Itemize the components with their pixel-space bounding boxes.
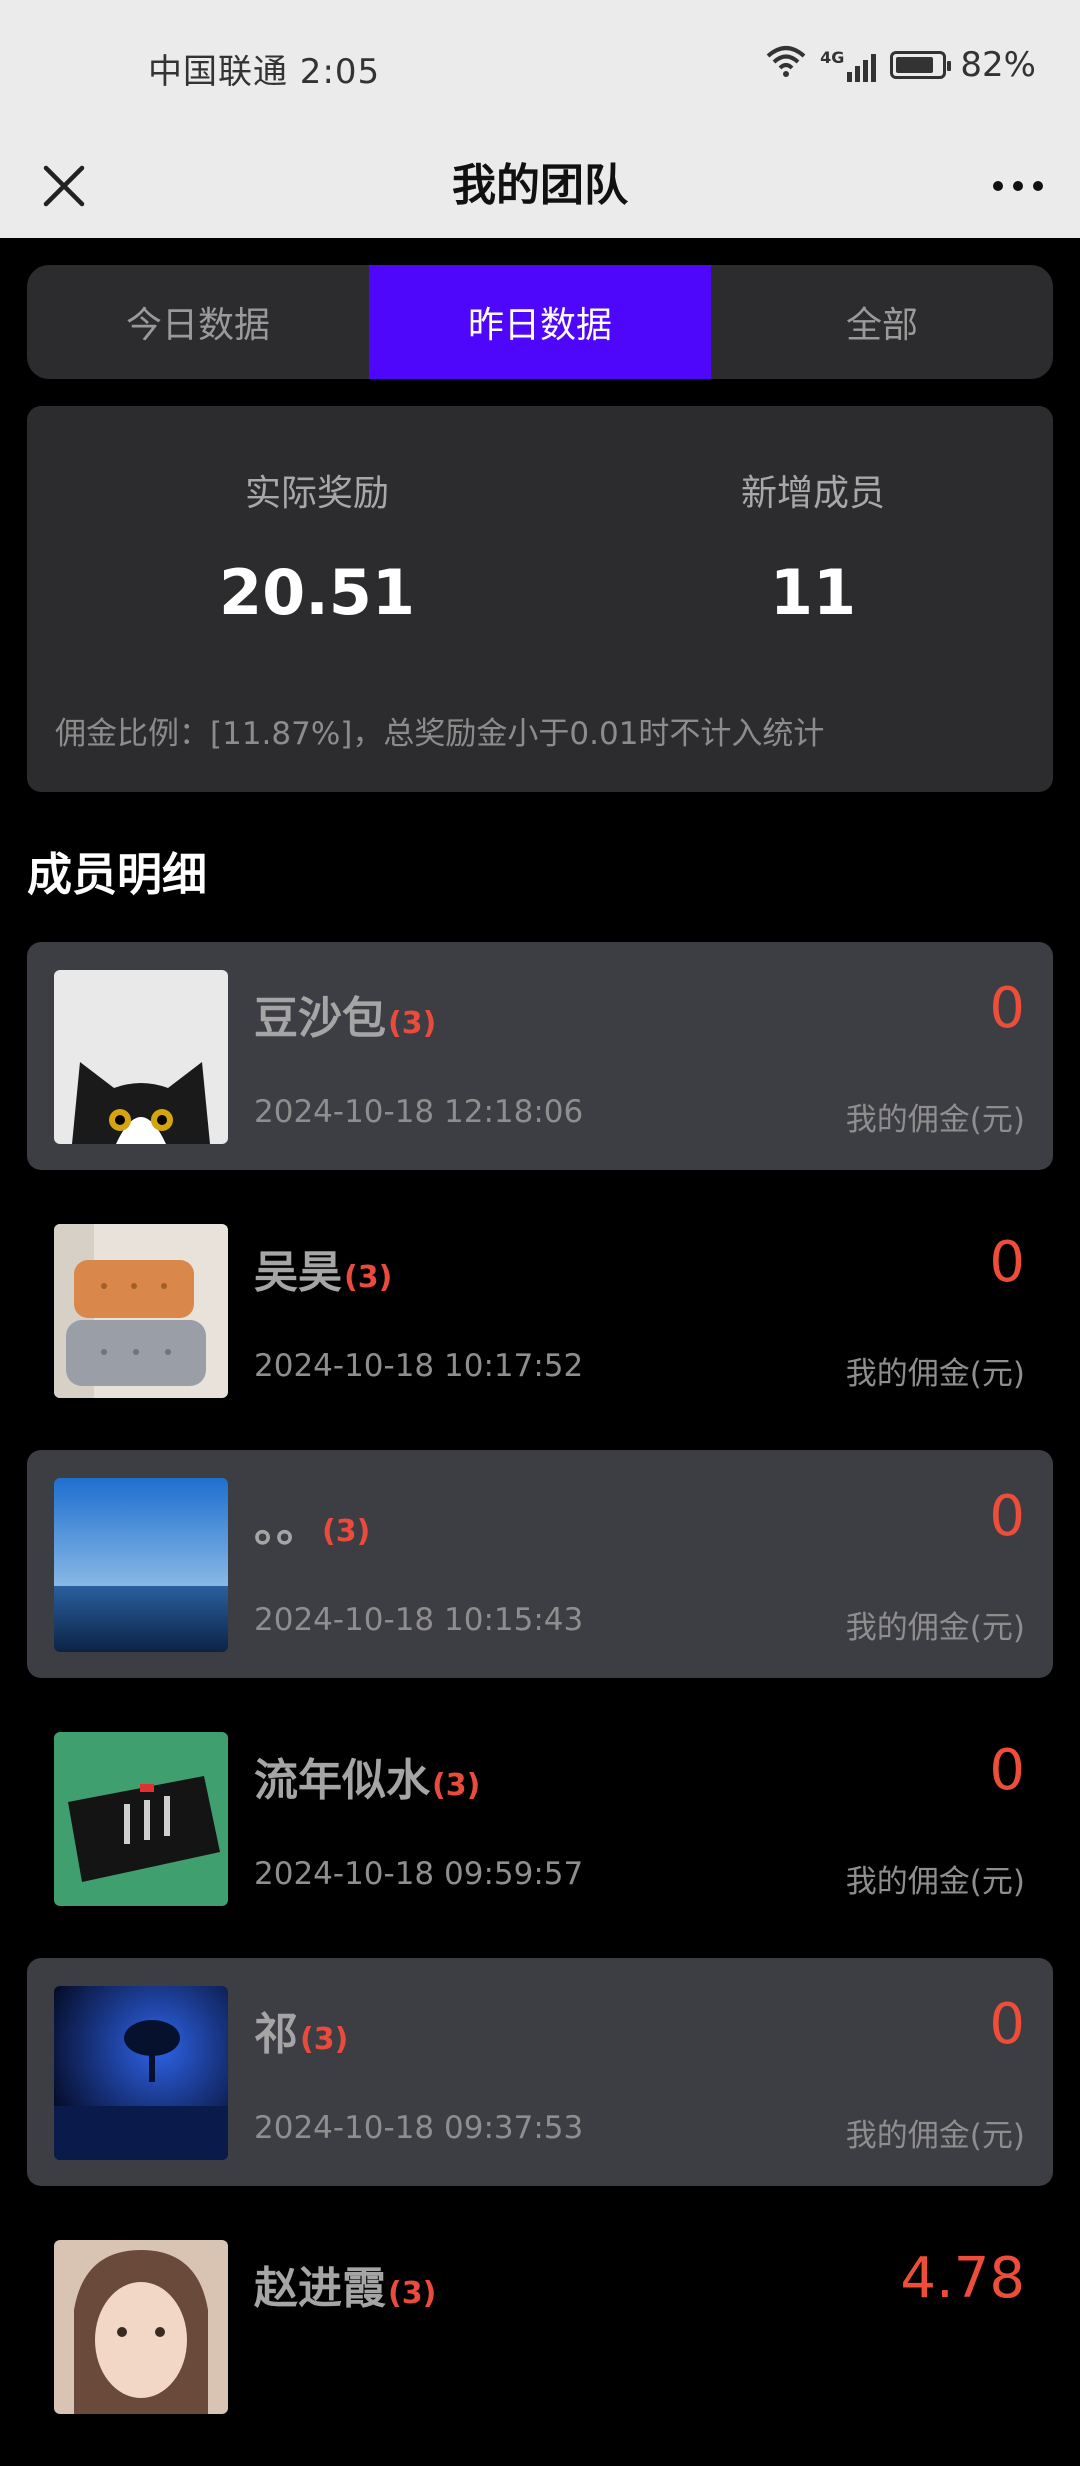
page-title: 我的团队 bbox=[452, 160, 628, 211]
signal-icon: 4G bbox=[820, 48, 877, 82]
member-name: 流年似水(3) bbox=[254, 1755, 481, 1806]
member-commission: 0 bbox=[989, 976, 1025, 1041]
blue-tree-photo-image bbox=[54, 1986, 228, 2160]
avatar bbox=[54, 1224, 228, 1398]
new-members-label: 新增成员 bbox=[740, 473, 885, 514]
member-level: (3) bbox=[388, 2276, 437, 2311]
section-title: 成员明细 bbox=[27, 848, 208, 901]
avatar bbox=[54, 970, 228, 1144]
list-item[interactable]: 祁(3) 2024-10-18 09:37:53 0 我的佣金(元) bbox=[27, 1958, 1053, 2186]
member-level: (3) bbox=[432, 1768, 481, 1803]
member-commission: 0 bbox=[989, 1738, 1025, 1803]
reward-value: 20.51 bbox=[218, 556, 416, 629]
commission-caption: 我的佣金(元) bbox=[845, 1102, 1025, 1138]
portrait-photo-image bbox=[54, 2240, 228, 2414]
member-date: 2024-10-18 09:37:53 bbox=[254, 2110, 584, 2146]
more-icon[interactable] bbox=[982, 150, 1054, 222]
member-list: 豆沙包(3) 2024-10-18 12:18:06 0 我的佣金(元) 吴昊(… bbox=[27, 942, 1053, 2466]
cushion-photo-image bbox=[54, 1224, 228, 1398]
reward-label: 实际奖励 bbox=[244, 473, 389, 514]
date-tabs: 今日数据 昨日数据 全部 bbox=[27, 265, 1053, 379]
sea-photo-image bbox=[54, 1478, 228, 1652]
cat-photo-image bbox=[54, 970, 228, 1144]
nav-bar: 我的团队 bbox=[0, 136, 1080, 238]
member-date: 2024-10-18 12:18:06 bbox=[254, 1094, 584, 1130]
reward-stat: 实际奖励 20.51 bbox=[117, 464, 517, 629]
member-name: 。。(3) bbox=[254, 1501, 371, 1552]
member-commission: 0 bbox=[989, 1992, 1025, 2057]
wifi-icon bbox=[766, 44, 806, 87]
tab-yesterday[interactable]: 昨日数据 bbox=[369, 265, 711, 379]
status-carrier-time: 中国联通 2:05 bbox=[148, 52, 381, 92]
list-item[interactable]: 流年似水(3) 2024-10-18 09:59:57 0 我的佣金(元) bbox=[27, 1704, 1053, 1932]
new-members-stat: 新增成员 11 bbox=[613, 464, 1013, 629]
member-level: (3) bbox=[322, 1514, 371, 1549]
list-item[interactable]: 豆沙包(3) 2024-10-18 12:18:06 0 我的佣金(元) bbox=[27, 942, 1053, 1170]
member-commission: 4.78 bbox=[900, 2246, 1025, 2311]
avatar bbox=[54, 1732, 228, 1906]
battery-icon bbox=[890, 51, 952, 79]
commission-caption: 我的佣金(元) bbox=[845, 2118, 1025, 2154]
status-icons: 4G 82% bbox=[766, 40, 1036, 90]
network-type-label: 4G bbox=[820, 48, 845, 67]
tab-all[interactable]: 全部 bbox=[711, 265, 1053, 379]
summary-card: 实际奖励 20.51 新增成员 11 佣金比例：[11.87%]，总奖励金小于0… bbox=[27, 406, 1053, 792]
member-date: 2024-10-18 10:17:52 bbox=[254, 1348, 584, 1384]
status-bar: 中国联通 2:05 4G 82% bbox=[0, 0, 1080, 136]
member-commission: 0 bbox=[989, 1230, 1025, 1295]
member-name: 祁(3) bbox=[254, 2009, 349, 2060]
tab-today[interactable]: 今日数据 bbox=[27, 265, 369, 379]
battery-percent: 82% bbox=[960, 45, 1036, 85]
member-date: 2024-10-18 10:15:43 bbox=[254, 1602, 584, 1638]
member-level: (3) bbox=[300, 2022, 349, 2057]
list-item[interactable]: 赵进霞(3) 4.78 bbox=[27, 2212, 1053, 2440]
commission-caption: 我的佣金(元) bbox=[845, 1610, 1025, 1646]
avatar bbox=[54, 1478, 228, 1652]
list-item[interactable]: 。。(3) 2024-10-18 10:15:43 0 我的佣金(元) bbox=[27, 1450, 1053, 1678]
commission-caption: 我的佣金(元) bbox=[845, 1356, 1025, 1392]
commission-caption: 我的佣金(元) bbox=[845, 1864, 1025, 1900]
member-level: (3) bbox=[388, 1006, 437, 1041]
member-date: 2024-10-18 09:59:57 bbox=[254, 1856, 584, 1892]
member-commission: 0 bbox=[989, 1484, 1025, 1549]
member-name: 豆沙包(3) bbox=[254, 993, 437, 1044]
member-name: 赵进霞(3) bbox=[254, 2263, 437, 2314]
member-name: 吴昊(3) bbox=[254, 1247, 393, 1298]
member-level: (3) bbox=[344, 1260, 393, 1295]
new-members-value: 11 bbox=[769, 556, 857, 629]
device-photo-image bbox=[54, 1732, 228, 1906]
list-item[interactable]: 吴昊(3) 2024-10-18 10:17:52 0 我的佣金(元) bbox=[27, 1196, 1053, 1424]
commission-note: 佣金比例：[11.87%]，总奖励金小于0.01时不计入统计 bbox=[55, 716, 825, 752]
avatar bbox=[54, 1986, 228, 2160]
avatar bbox=[54, 2240, 228, 2414]
